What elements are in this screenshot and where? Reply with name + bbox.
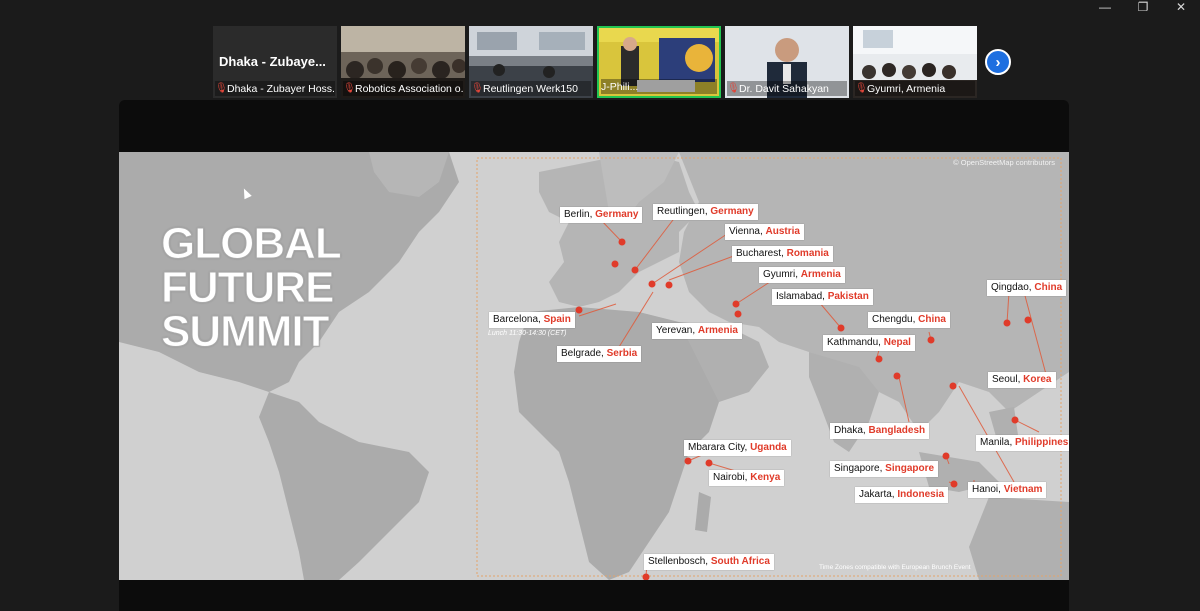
participant-name: Dhaka - Zubayer Hoss... [227,82,335,95]
participant-name: Gyumri, Armenia [867,82,946,95]
next-participants-button[interactable]: › [985,49,1011,75]
city-label-dhaka: Dhaka, Bangladesh [830,423,930,439]
participant-big-name: Dhaka - Zubaye... [219,54,326,69]
participant-tile-active[interactable]: J-Phili... [597,26,721,98]
city-label-seoul: Seoul, Korea [988,372,1056,388]
participant-name: Reutlingen Werk150 [483,82,578,95]
participant-name: Robotics Association o... [355,82,463,95]
city-label-stellenbosch: Stellenbosch, South Africa [644,554,774,570]
participant-name: J-Phili... [601,80,639,93]
city-label-jakarta: Jakarta, Indonesia [855,487,949,503]
participant-label: J-Phili... [601,79,717,94]
participant-label: 🎙 Dhaka - Zubayer Hoss... [215,81,335,96]
shared-screen: © OpenStreetMap contributors GLOBAL FUTU… [119,100,1069,611]
city-label-chengdu: Chengdu, China [868,312,950,328]
close-icon[interactable]: ✕ [1162,0,1200,14]
title-line: FUTURE [161,263,335,312]
window-controls: — ❐ ✕ [1086,0,1200,14]
city-label-mbarara: Mbarara City, Uganda [684,440,791,456]
participant-tile[interactable]: 🎙 Dr. Davit Sahakyan [725,26,849,98]
city-label-kathmandu: Kathmandu, Nepal [823,335,915,351]
participant-label: 🎙 Gyumri, Armenia [855,81,975,96]
city-label-singapore: Singapore, Singapore [830,461,939,477]
city-label-belgrade: Belgrade, Serbia [557,346,642,362]
chevron-right-icon: › [995,53,1001,71]
osm-credit: © OpenStreetMap contributors [953,158,1055,167]
mic-muted-icon: 🎙 [471,83,484,94]
participant-label: 🎙 Reutlingen Werk150 [471,81,591,96]
city-label-qingdao: Qingdao, China [987,280,1067,296]
title-line: SUMMIT [161,307,331,356]
mic-muted-icon: 🎙 [727,83,740,94]
participant-label: 🎙 Robotics Association o... [343,81,463,96]
participant-strip: Dhaka - Zubaye... 🎙 Dhaka - Zubayer Hoss… [213,26,977,98]
slide-title: GLOBAL FUTURE SUMMIT [161,219,343,356]
city-label-vienna: Vienna, Austria [725,224,804,240]
minimize-icon[interactable]: — [1086,0,1124,14]
city-label-islamabad: Islamabad, Pakistan [772,289,873,305]
slide: © OpenStreetMap contributors GLOBAL FUTU… [119,152,1069,580]
city-label-yerevan: Yerevan, Armenia [652,323,742,339]
city-label-reutlingen: Reutlingen, Germany [653,204,758,220]
restore-icon[interactable]: ❐ [1124,0,1162,14]
time-zone-note: Time Zones compatible with European Brun… [819,564,971,571]
city-label-gyumri: Gyumri, Armenia [759,267,845,283]
mic-muted-icon: 🎙 [343,83,356,94]
title-line: GLOBAL [161,219,343,268]
city-label-barcelona: Barcelona, Spain [489,312,575,328]
city-label-bucharest: Bucharest, Romania [732,246,833,262]
participant-tile[interactable]: 🎙 Reutlingen Werk150 [469,26,593,98]
participant-name: Dr. Davit Sahakyan [739,82,829,95]
participant-label: 🎙 Dr. Davit Sahakyan [727,81,847,96]
lunch-note: Lunch 11:30-14:30 (CET) [488,330,567,337]
city-label-hanoi: Hanoi, Vietnam [968,482,1047,498]
participant-tile[interactable]: 🎙 Gyumri, Armenia [853,26,977,98]
city-label-manila: Manila, Philippines [976,435,1069,451]
mic-muted-icon: 🎙 [215,83,228,94]
city-label-nairobi: Nairobi, Kenya [709,470,785,486]
participant-tile[interactable]: Dhaka - Zubaye... 🎙 Dhaka - Zubayer Hoss… [213,26,337,98]
mic-muted-icon: 🎙 [855,83,868,94]
city-label-berlin: Berlin, Germany [560,207,643,223]
participant-tile[interactable]: 🎙 Robotics Association o... [341,26,465,98]
